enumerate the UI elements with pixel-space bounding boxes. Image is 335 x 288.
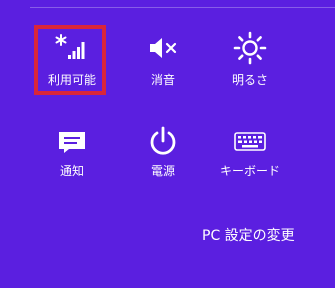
power-label: 電源	[150, 164, 175, 178]
pc-settings-link[interactable]: PC 設定の変更	[202, 228, 295, 244]
keyboard-tile[interactable]: キーボード	[215, 122, 285, 192]
notifications-label: 通知	[59, 164, 84, 178]
brightness-label: 明るさ	[231, 73, 268, 87]
brightness-icon	[233, 31, 267, 65]
keyboard-label: キーボード	[219, 164, 280, 178]
volume-label: 消音	[150, 73, 175, 87]
brightness-tile[interactable]: 明るさ	[215, 27, 285, 97]
notifications-icon	[59, 132, 85, 153]
top-divider	[30, 7, 335, 8]
power-icon	[150, 126, 176, 155]
selection-highlight	[34, 25, 106, 95]
notifications-tile[interactable]: 通知	[37, 122, 107, 192]
power-tile[interactable]: 電源	[128, 122, 198, 192]
volume-tile[interactable]: 消音	[128, 27, 198, 97]
keyboard-icon	[234, 132, 266, 151]
speaker-muted-icon	[150, 38, 177, 58]
